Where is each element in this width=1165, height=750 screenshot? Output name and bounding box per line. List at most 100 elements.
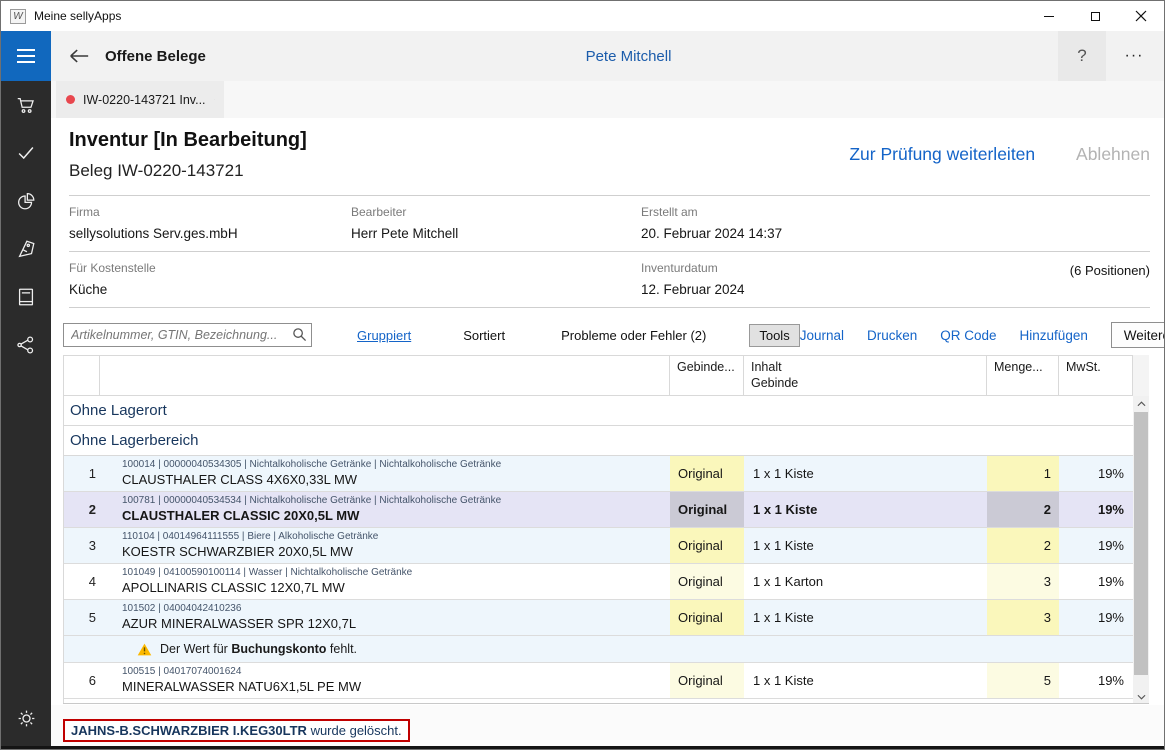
gebinde-cell[interactable]: Original (670, 456, 744, 491)
header-mwst[interactable]: MwSt. (1059, 356, 1134, 395)
positions-table: Gebinde... InhaltGebinde Menge... MwSt. … (63, 355, 1149, 704)
field-label-inventurdatum: Inventurdatum (641, 261, 1001, 275)
menge-cell[interactable]: 1 (987, 456, 1059, 491)
window-bottom-edge (1, 746, 1164, 749)
article-name: AZUR MINERALWASSER SPR 12X0,7L (122, 616, 670, 631)
table-row[interactable]: 5 101502 | 04004042410236 AZUR MINERALWA… (64, 600, 1133, 636)
article-meta: 110104 | 04014964111555 | Biere | Alkoho… (122, 531, 670, 542)
mwst-cell: 19% (1059, 456, 1134, 491)
check-icon (15, 142, 37, 164)
group-header-lagerort[interactable]: Ohne Lagerort (64, 396, 1133, 426)
menge-cell[interactable]: 2 (987, 528, 1059, 563)
article-name: KOESTR SCHWARZBIER 20X0,5L MW (122, 544, 670, 559)
add-link[interactable]: Hinzufügen (1020, 328, 1088, 343)
pie-chart-icon (15, 190, 37, 212)
cart-icon (15, 94, 37, 116)
forward-for-review-button[interactable]: Zur Prüfung weiterleiten (849, 144, 1035, 164)
sidebar-item-tasks[interactable] (15, 142, 37, 164)
field-value-inventurdatum: 12. Februar 2024 (641, 282, 1001, 297)
reject-button: Ablehnen (1076, 144, 1150, 164)
tag-icon (15, 238, 37, 260)
back-arrow-icon (68, 47, 90, 65)
article-name: CLAUSTHALER CLASS 4X6X0,33L MW (122, 472, 670, 487)
header-menge[interactable]: Menge... (987, 356, 1059, 395)
sidebar-item-cart[interactable] (15, 94, 37, 116)
unsaved-dot-icon (66, 95, 75, 104)
window-title: Meine sellyApps (34, 9, 121, 23)
sidebar-item-share[interactable] (15, 334, 37, 356)
inhalt-cell: 1 x 1 Karton (744, 564, 987, 599)
mwst-cell: 19% (1059, 564, 1134, 599)
tools-button[interactable]: Tools (749, 324, 799, 347)
back-button[interactable] (64, 47, 94, 65)
table-row[interactable]: 3 110104 | 04014964111555 | Biere | Alko… (64, 528, 1133, 564)
field-label-erstellt: Erstellt am (641, 205, 1001, 219)
more-options-button[interactable]: ··· (1112, 31, 1156, 81)
mwst-cell: 19% (1059, 528, 1134, 563)
header-inhalt-gebinde[interactable]: InhaltGebinde (744, 356, 987, 395)
share-icon (15, 334, 37, 356)
scroll-up-arrow[interactable] (1133, 396, 1149, 411)
group-header-lagerbereich[interactable]: Ohne Lagerbereich (64, 426, 1133, 456)
filter-problems[interactable]: Probleme oder Fehler (2) (561, 328, 706, 343)
warning-icon (137, 643, 152, 656)
tab-document[interactable]: IW-0220-143721 Inv... (56, 81, 224, 118)
help-button[interactable]: ? (1058, 31, 1106, 81)
gebinde-cell[interactable]: Original (670, 600, 744, 635)
menge-cell[interactable]: 3 (987, 600, 1059, 635)
search-icon[interactable] (292, 327, 307, 342)
scrollbar-thumb[interactable] (1134, 412, 1148, 675)
header-rownum (64, 356, 100, 395)
more-actions-label: Weitere (1124, 328, 1165, 343)
filter-sorted[interactable]: Sortiert (463, 328, 505, 343)
more-actions-dropdown[interactable]: Weitere (1111, 322, 1165, 348)
vertical-scrollbar[interactable] (1133, 396, 1149, 704)
table-row[interactable]: 4 101049 | 04100590100114 | Wasser | Nic… (64, 564, 1133, 600)
article-name: MINERALWASSER NATU6X1,5L PE MW (122, 679, 670, 694)
header-description (100, 356, 670, 395)
journal-link[interactable]: Journal (800, 328, 844, 343)
scroll-down-arrow[interactable] (1133, 689, 1149, 704)
menge-cell[interactable]: 3 (987, 564, 1059, 599)
table-row-selected[interactable]: 2 100781 | 00000040534534 | Nichtalkohol… (64, 492, 1133, 528)
tab-label: IW-0220-143721 Inv... (83, 93, 206, 107)
sidebar-item-offers[interactable] (15, 238, 37, 260)
sidebar-item-reports[interactable] (15, 190, 37, 212)
sidebar-item-catalog[interactable] (15, 286, 37, 308)
row-warning: Der Wert für Buchungskonto fehlt. (64, 636, 1133, 663)
table-row[interactable]: 6 100515 | 04017074001624 MINERALWASSER … (64, 663, 1133, 699)
filter-grouped[interactable]: Gruppiert (357, 328, 411, 343)
sidebar-item-settings[interactable] (1, 708, 51, 729)
row-warning: Der Wert für Buchungskonto fehlt. (64, 699, 1133, 704)
user-name[interactable]: Pete Mitchell (586, 48, 672, 65)
field-value-firma: sellysolutions Serv.ges.mbH (69, 226, 351, 241)
hamburger-menu-button[interactable] (1, 31, 51, 81)
list-toolbar: Gruppiert Sortiert Probleme oder Fehler … (63, 322, 1150, 348)
close-button[interactable] (1118, 1, 1164, 31)
table-header-row: Gebinde... InhaltGebinde Menge... MwSt. (64, 355, 1133, 396)
print-link[interactable]: Drucken (867, 328, 917, 343)
search-input[interactable] (63, 323, 312, 347)
page-title: Offene Belege (105, 48, 206, 65)
menge-cell[interactable]: 5 (987, 663, 1059, 698)
gear-icon (16, 708, 37, 729)
field-label-bearbeiter: Bearbeiter (351, 205, 641, 219)
gebinde-cell[interactable]: Original (670, 564, 744, 599)
positions-count: (6 Positionen) (1001, 261, 1150, 297)
field-value-erstellt: 20. Februar 2024 14:37 (641, 226, 1001, 241)
sidebar (1, 81, 51, 749)
qr-code-link[interactable]: QR Code (940, 328, 996, 343)
article-meta: 101502 | 04004042410236 (122, 603, 670, 614)
article-name: APOLLINARIS CLASSIC 12X0,7L MW (122, 580, 670, 595)
header-gebinde[interactable]: Gebinde... (670, 356, 744, 395)
minimize-button[interactable] (1026, 1, 1072, 31)
table-row[interactable]: 1 100014 | 00000040534305 | Nichtalkohol… (64, 456, 1133, 492)
gebinde-cell[interactable]: Original (670, 663, 744, 698)
field-label-kostenstelle: Für Kostenstelle (69, 261, 351, 275)
maximize-button[interactable] (1072, 1, 1118, 31)
article-meta: 100515 | 04017074001624 (122, 666, 670, 677)
gebinde-cell[interactable]: Original (670, 528, 744, 563)
menge-cell[interactable]: 2 (987, 492, 1059, 527)
gebinde-cell[interactable]: Original (670, 492, 744, 527)
app-logo-icon: W (10, 9, 26, 24)
